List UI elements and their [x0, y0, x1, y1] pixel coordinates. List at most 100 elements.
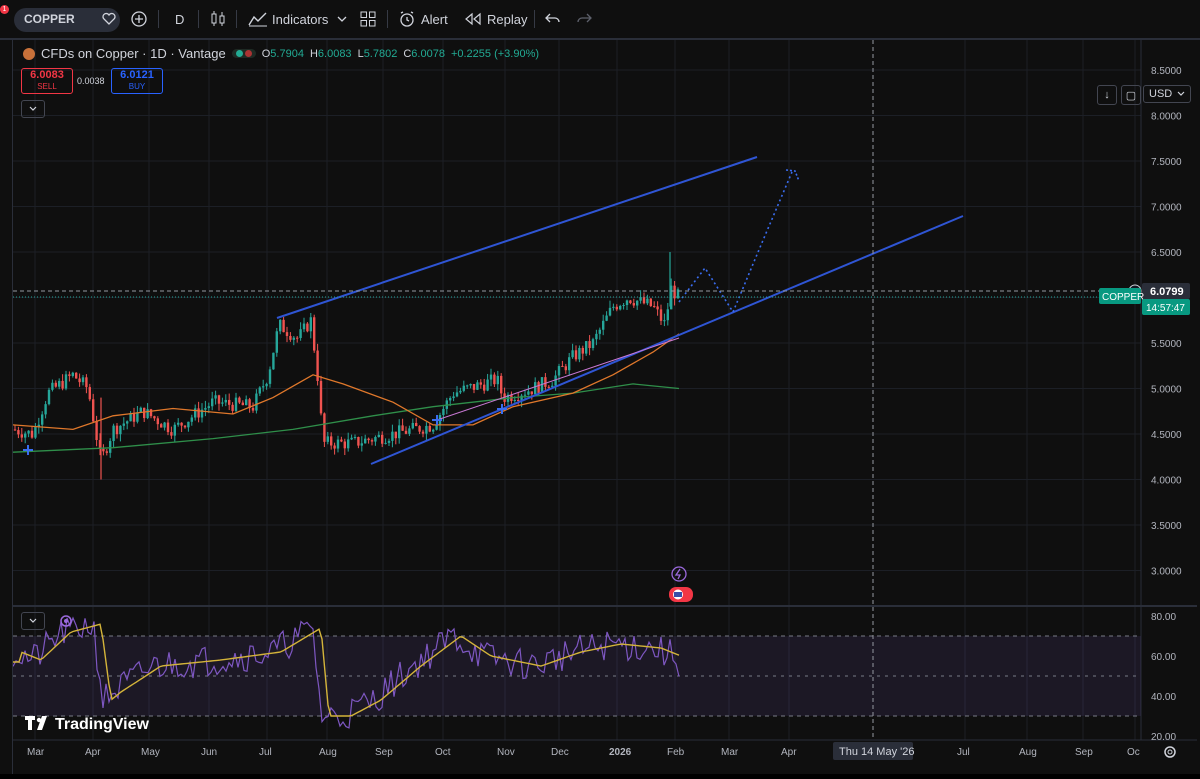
high-label: H: [309, 47, 318, 60]
candle-body: [462, 385, 465, 391]
candle-body: [561, 366, 564, 368]
channel-lower-trendline[interactable]: [370, 215, 964, 465]
download-arrow-icon[interactable]: ↓: [1097, 85, 1117, 105]
candle-body: [527, 391, 530, 395]
redo-icon[interactable]: [576, 8, 592, 30]
candle-body: [61, 380, 64, 389]
chart-pane[interactable]: 8.50008.00007.50007.00006.50006.00005.50…: [12, 40, 1197, 774]
rsi-tick-label: 60.00: [1151, 652, 1176, 663]
candle-body: [75, 372, 78, 379]
indicators-button[interactable]: Indicators: [248, 8, 328, 30]
candle-body: [571, 350, 574, 358]
candle-body: [85, 377, 88, 388]
candle-body: [649, 298, 652, 307]
candle-body: [581, 347, 584, 354]
notification-badge[interactable]: 1: [0, 5, 9, 14]
candle-body: [578, 347, 581, 360]
candle-body: [612, 306, 615, 308]
candle-body: [666, 309, 669, 321]
candle-body: [598, 329, 601, 334]
candle-body: [88, 387, 91, 400]
candle-body: [663, 320, 666, 322]
time-tick-label: Nov: [497, 747, 515, 758]
candle-body: [557, 366, 561, 376]
close-value: 6.0078: [411, 47, 445, 60]
candle-body: [197, 408, 200, 418]
candle-body: [183, 425, 187, 428]
chart-grid: [13, 40, 1141, 740]
candle-body: [228, 399, 231, 405]
candle-body: [187, 421, 190, 428]
settings-gear-icon[interactable]: [1164, 746, 1176, 758]
candle-body: [126, 421, 129, 424]
price-tick-label: 3.0000: [1151, 567, 1182, 578]
time-tick-label: Apr: [781, 747, 797, 758]
time-tick-label: May: [141, 747, 160, 758]
candle-body: [132, 413, 136, 422]
candle-body: [115, 425, 119, 435]
replay-button[interactable]: Replay: [465, 8, 527, 30]
sell-button[interactable]: 6.0083 SELL: [21, 68, 73, 94]
candle-body: [591, 339, 595, 349]
candle-body: [143, 407, 146, 419]
candle-body: [306, 323, 309, 332]
compare-add-icon[interactable]: [130, 8, 148, 30]
candle-body: [636, 300, 639, 306]
time-axis[interactable]: Mar Apr May Jun Jul Aug Sep Oct Nov Dec 2026 Feb Mar…: [27, 747, 1140, 758]
candle-body: [268, 369, 272, 384]
candle-body: [214, 395, 217, 399]
candle-body: [238, 397, 241, 403]
rsi-indicator-icon[interactable]: [59, 614, 73, 633]
candle-body: [425, 425, 428, 434]
interval-button[interactable]: D: [175, 8, 184, 30]
candle-body: [673, 285, 676, 299]
rsi-collapse-chevron-icon[interactable]: [21, 612, 45, 630]
candle-body: [428, 425, 431, 432]
chevron-down-icon[interactable]: [337, 8, 347, 30]
buy-button[interactable]: 6.0121 BUY: [111, 68, 163, 94]
candle-body: [323, 413, 326, 442]
candle-body: [313, 317, 316, 351]
price-axis[interactable]: 8.50008.00007.50007.00006.50006.00005.50…: [1151, 66, 1182, 578]
candle-body: [595, 333, 598, 340]
rsi-axis[interactable]: 80.00 60.00 40.00 20.00: [1151, 612, 1176, 743]
currency-select[interactable]: USD: [1143, 85, 1191, 103]
market-status-badge[interactable]: [231, 49, 256, 58]
candle-body: [180, 422, 183, 426]
price-tick-label: 4.5000: [1151, 430, 1182, 441]
legend-collapse-chevron-icon[interactable]: [21, 100, 45, 118]
candle-body: [625, 300, 629, 306]
candle-body: [139, 407, 142, 413]
candle-body: [95, 421, 98, 441]
candle-body: [160, 424, 163, 428]
candle-body: [656, 306, 659, 310]
candle-body: [149, 409, 153, 417]
time-tick-label: Jun: [201, 747, 217, 758]
candle-body: [360, 443, 363, 446]
candle-body: [78, 378, 81, 383]
layouts-grid-icon[interactable]: [360, 8, 376, 30]
price-chart[interactable]: 8.50008.00007.50007.00006.50006.00005.50…: [12, 40, 1197, 774]
candle-body: [51, 382, 54, 390]
candle-body: [489, 374, 493, 380]
alert-button[interactable]: Alert: [398, 8, 448, 30]
candle-body: [449, 398, 452, 401]
undo-icon[interactable]: [545, 8, 561, 30]
candle-body: [173, 424, 176, 436]
us-economic-event-icon[interactable]: [669, 587, 693, 602]
candle-body: [17, 430, 20, 435]
fullscreen-icon[interactable]: ▢: [1121, 85, 1141, 105]
candles-chart-type-icon[interactable]: [210, 8, 226, 30]
candle-body: [642, 297, 646, 304]
candle-body: [343, 441, 346, 449]
candle-body: [302, 323, 306, 330]
candle-body: [333, 445, 336, 449]
rsi-tick-label: 80.00: [1151, 612, 1176, 623]
candle-body: [275, 331, 278, 353]
earnings-flash-icon[interactable]: [671, 566, 687, 582]
alarm-clock-icon: [400, 11, 414, 27]
favorite-heart-icon[interactable]: [101, 8, 117, 30]
candle-body: [296, 337, 299, 339]
candle-body: [255, 393, 258, 411]
candle-body: [234, 397, 238, 411]
